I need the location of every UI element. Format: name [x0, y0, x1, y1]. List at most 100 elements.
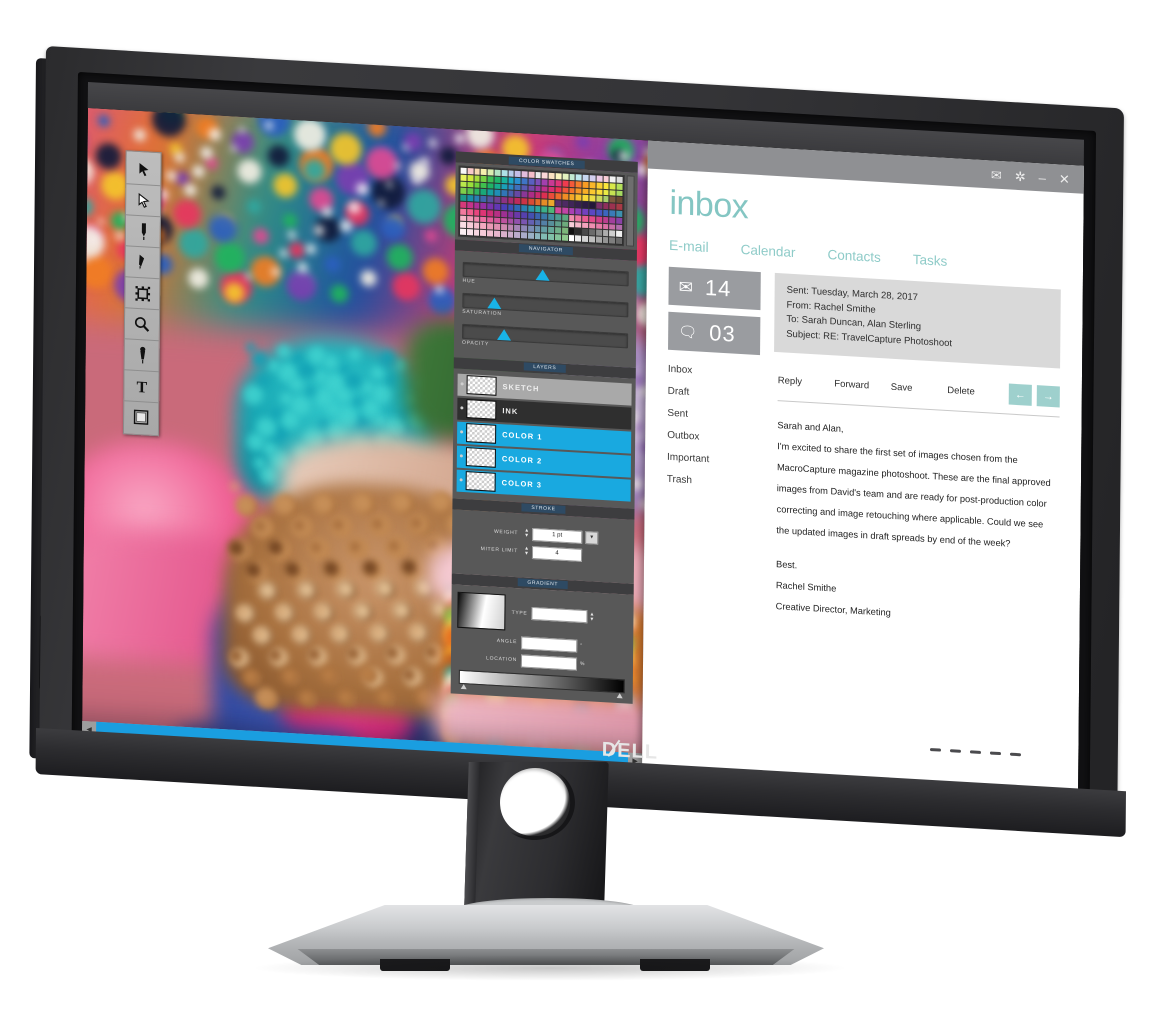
color-swatch[interactable]	[467, 195, 473, 202]
color-swatch[interactable]	[501, 169, 508, 177]
stroke-miter-stepper[interactable]: ▲ ▼	[522, 546, 531, 558]
color-swatch[interactable]	[568, 207, 575, 215]
color-swatch[interactable]	[460, 222, 466, 229]
color-swatch[interactable]	[473, 195, 480, 202]
color-swatch[interactable]	[575, 228, 582, 235]
color-swatch[interactable]	[480, 196, 487, 203]
color-swatch[interactable]	[534, 226, 541, 233]
next-message-button[interactable]: →	[1036, 385, 1060, 408]
color-swatch[interactable]	[521, 232, 527, 239]
color-swatch[interactable]	[535, 185, 541, 192]
color-swatch[interactable]	[548, 179, 555, 186]
color-swatch[interactable]	[467, 168, 474, 175]
folder-important[interactable]: Important	[667, 452, 759, 468]
tab-contacts[interactable]: Contacts	[827, 247, 880, 265]
color-swatch[interactable]	[589, 236, 595, 243]
color-swatch[interactable]	[514, 191, 521, 198]
color-swatch[interactable]	[602, 203, 609, 210]
previous-message-button[interactable]: ←	[1008, 383, 1032, 406]
color-swatch[interactable]	[466, 229, 473, 236]
swatches-scrollbar[interactable]	[625, 175, 635, 247]
color-swatch[interactable]	[507, 197, 514, 204]
color-swatch[interactable]	[528, 171, 535, 178]
color-swatch[interactable]	[555, 234, 561, 241]
unread-mail-counter[interactable]: ✉ 14	[668, 266, 761, 311]
color-swatch[interactable]	[494, 203, 501, 210]
color-swatch[interactable]	[562, 180, 569, 187]
color-swatch[interactable]	[541, 185, 548, 193]
color-swatch[interactable]	[582, 222, 589, 229]
color-swatch[interactable]	[562, 187, 569, 194]
layer-visibility-icon[interactable]: ●	[458, 381, 467, 389]
color-swatch[interactable]	[569, 187, 575, 194]
color-swatch[interactable]	[609, 210, 616, 217]
color-swatch[interactable]	[480, 202, 487, 209]
color-swatch[interactable]	[575, 235, 582, 242]
color-swatch[interactable]	[575, 215, 582, 222]
stroke-weight-dropdown-icon[interactable]: ▼	[585, 531, 599, 545]
color-swatch[interactable]	[528, 191, 535, 199]
color-swatch[interactable]	[569, 180, 576, 187]
folder-trash[interactable]: Trash	[667, 474, 759, 490]
fill-stroke-swatch[interactable]	[124, 401, 158, 433]
color-swatch[interactable]	[555, 179, 562, 187]
osd-button-2[interactable]	[949, 749, 961, 753]
new-mail-icon[interactable]: ✉	[991, 167, 1002, 183]
color-swatch[interactable]	[616, 183, 623, 190]
color-swatch[interactable]	[460, 188, 467, 195]
color-swatch[interactable]	[507, 231, 514, 238]
color-swatch[interactable]	[528, 185, 535, 192]
gradient-type-stepper[interactable]: ▲ ▼	[587, 611, 596, 623]
color-swatch[interactable]	[555, 207, 562, 214]
color-swatch[interactable]	[508, 170, 514, 177]
settings-gear-icon[interactable]: ✲	[1015, 168, 1026, 184]
color-swatch[interactable]	[616, 217, 623, 224]
color-swatch[interactable]	[616, 224, 623, 231]
color-swatch[interactable]	[562, 207, 568, 214]
color-swatch[interactable]	[596, 195, 603, 203]
color-swatch[interactable]	[466, 215, 473, 222]
color-swatch[interactable]	[507, 211, 514, 218]
color-swatch[interactable]	[473, 202, 480, 209]
color-swatch[interactable]	[609, 196, 616, 203]
color-swatch[interactable]	[609, 217, 616, 224]
color-swatch[interactable]	[460, 167, 467, 174]
color-swatch[interactable]	[535, 178, 542, 185]
color-swatch[interactable]	[582, 208, 589, 215]
color-swatch[interactable]	[534, 212, 541, 219]
color-swatch[interactable]	[548, 199, 555, 207]
color-swatch[interactable]	[568, 235, 575, 242]
color-swatch[interactable]	[507, 190, 514, 197]
color-swatch[interactable]	[480, 209, 487, 216]
layer-visibility-icon[interactable]: ●	[457, 477, 466, 485]
color-swatch[interactable]	[596, 182, 603, 189]
color-swatch[interactable]	[480, 216, 487, 223]
color-swatch[interactable]	[555, 173, 562, 180]
color-swatch[interactable]	[521, 177, 528, 185]
color-swatch[interactable]	[514, 197, 521, 205]
color-swatch[interactable]	[487, 189, 494, 196]
stroke-weight-input[interactable]: 1 pt	[532, 527, 583, 544]
saturation-slider-thumb[interactable]	[487, 297, 502, 310]
color-swatch[interactable]	[487, 216, 494, 223]
color-swatch[interactable]	[534, 233, 541, 240]
color-swatch[interactable]	[487, 209, 494, 217]
folder-draft[interactable]: Draft	[668, 386, 760, 402]
color-swatch[interactable]	[473, 222, 480, 229]
color-swatch[interactable]	[528, 219, 534, 226]
color-swatch[interactable]	[561, 227, 568, 235]
color-swatch[interactable]	[528, 205, 535, 212]
color-swatch[interactable]	[494, 196, 501, 203]
color-swatch[interactable]	[555, 193, 562, 200]
folder-inbox[interactable]: Inbox	[668, 364, 760, 380]
color-swatch[interactable]	[548, 172, 555, 179]
folder-sent[interactable]: Sent	[667, 408, 759, 424]
color-swatch[interactable]	[487, 223, 494, 230]
color-swatch[interactable]	[616, 231, 623, 238]
color-swatch[interactable]	[575, 208, 582, 215]
color-swatch[interactable]	[473, 215, 480, 223]
color-swatch[interactable]	[562, 200, 569, 207]
color-swatch[interactable]	[582, 188, 589, 195]
tab-calendar[interactable]: Calendar	[741, 242, 796, 260]
tab-tasks[interactable]: Tasks	[913, 252, 948, 269]
